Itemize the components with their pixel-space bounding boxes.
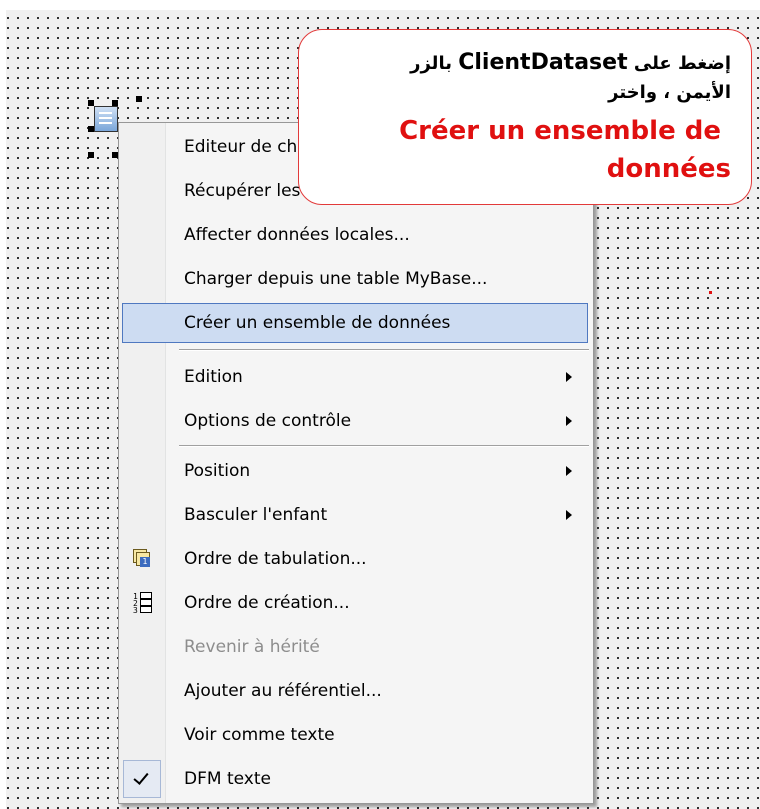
menu-item-label: Ajouter au référentiel... [184, 681, 382, 701]
menu-item-label: Voir comme texte [184, 725, 335, 745]
submenu-arrow-icon [566, 416, 572, 426]
sizing-handle[interactable] [88, 152, 94, 158]
checkmark-icon [123, 760, 161, 798]
menu-separator [179, 445, 589, 447]
menu-item-dfm-text[interactable]: DFM texte [119, 757, 593, 801]
menu-separator [179, 349, 589, 351]
menu-item-revert-inherited: Revenir à hérité [119, 625, 593, 669]
menu-item-add-to-repository[interactable]: Ajouter au référentiel... [119, 669, 593, 713]
menu-item-load-mybase[interactable]: Charger depuis une table MyBase... [119, 257, 593, 301]
form-top-edge [0, 0, 760, 10]
callout-line-3: Créer un ensemble de [399, 116, 721, 146]
menu-item-assign-local-data[interactable]: Affecter données locales... [119, 213, 593, 257]
menu-item-control-options[interactable]: Options de contrôle [119, 399, 593, 443]
menu-item-position[interactable]: Position [119, 449, 593, 493]
callout-line-2: الأيمن ، واختر [608, 82, 731, 103]
menu-item-create-dataset[interactable]: Créer un ensemble de données [119, 301, 593, 345]
callout-component-name: ClientDataset [458, 50, 628, 75]
menu-item-creation-order[interactable]: 1 2 3 Ordre de création... [119, 581, 593, 625]
tab-order-icon: 1 [133, 549, 151, 569]
menu-item-label: Basculer l'enfant [184, 505, 328, 525]
callout-line-4: données [606, 154, 731, 184]
menu-item-label: Ordre de création... [184, 593, 350, 613]
callout-line-1-suffix: بالزر [410, 53, 452, 74]
menu-item-tab-order[interactable]: 1 Ordre de tabulation... [119, 537, 593, 581]
callout-line-1-prefix: إضغط على [633, 53, 731, 74]
sizing-handle[interactable] [136, 96, 142, 102]
menu-item-label: Ordre de tabulation... [184, 549, 367, 569]
menu-item-toggle-child[interactable]: Basculer l'enfant [119, 493, 593, 537]
form-left-edge [0, 0, 6, 809]
menu-item-label: Revenir à hérité [184, 637, 320, 657]
menu-item-label: Position [184, 461, 251, 481]
clientdataset-icon [94, 106, 118, 132]
submenu-arrow-icon [566, 466, 572, 476]
menu-item-label: Charger depuis une table MyBase... [184, 269, 488, 289]
form-dot-marker [709, 291, 712, 294]
menu-item-label: Options de contrôle [184, 411, 352, 431]
creation-order-icon: 1 2 3 [133, 592, 152, 615]
menu-item-label: DFM texte [184, 769, 271, 789]
submenu-arrow-icon [566, 510, 572, 520]
instruction-callout: إضغط على ClientDataset بالزر الأيمن ، وا… [298, 29, 752, 205]
submenu-arrow-icon [566, 372, 572, 382]
menu-item-label: Créer un ensemble de données [184, 313, 451, 333]
menu-item-label: Affecter données locales... [184, 225, 410, 245]
menu-item-edit[interactable]: Edition [119, 355, 593, 399]
context-menu: Editeur de champs... Récupérer les param… [118, 122, 594, 804]
callout-line-1: إضغط على ClientDataset بالزر [410, 50, 731, 75]
menu-item-label: Edition [184, 367, 243, 387]
menu-item-view-as-text[interactable]: Voir comme texte [119, 713, 593, 757]
